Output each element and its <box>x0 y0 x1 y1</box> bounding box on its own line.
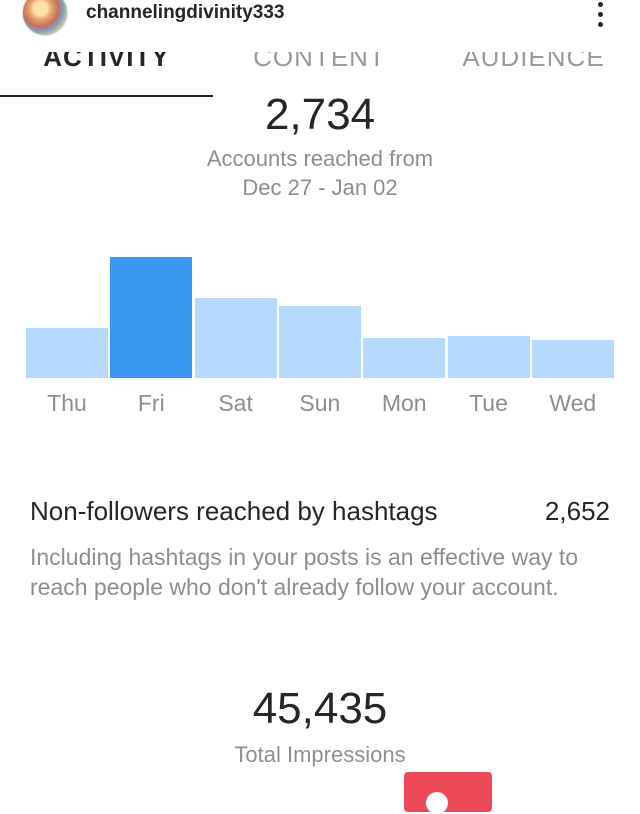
day-label-tue: Tue <box>469 390 508 416</box>
total-impressions-label: Total Impressions <box>234 742 406 767</box>
day-label-wed: Wed <box>549 390 597 416</box>
reach-bar-chart: Thu Fri Sat Sun Mon Tue Wed <box>0 230 640 430</box>
bar-tue[interactable] <box>447 336 530 378</box>
bar-fri[interactable] <box>110 257 193 378</box>
accounts-reached-label: Accounts reached from <box>206 146 434 171</box>
day-label-thu: Thu <box>47 390 87 416</box>
username[interactable]: channelingdivinity333 <box>86 2 285 24</box>
bar-thu[interactable] <box>26 328 108 378</box>
bar-wed[interactable] <box>531 340 614 378</box>
promote-button[interactable] <box>404 772 492 814</box>
total-impressions-value: 45,435 <box>252 684 388 733</box>
day-label-fri: Fri <box>137 390 165 416</box>
hashtag-reach-description: Including hashtags in your posts is an e… <box>30 544 579 600</box>
date-range: Dec 27 - Jan 02 <box>242 175 398 200</box>
hashtag-reach-value: 2,652 <box>544 496 610 526</box>
hashtag-reach-title: Non-followers reached by hashtags <box>30 496 438 526</box>
day-label-sat: Sat <box>218 390 253 416</box>
active-tab-indicator <box>0 95 213 97</box>
promote-icon <box>426 792 448 814</box>
day-label-mon: Mon <box>381 390 427 416</box>
avatar[interactable] <box>22 0 68 36</box>
bar-sat[interactable] <box>194 298 277 378</box>
bar-sun[interactable] <box>278 306 361 378</box>
more-vertical-icon[interactable] <box>590 0 610 30</box>
bar-mon[interactable] <box>363 338 446 378</box>
day-label-sun: Sun <box>299 390 341 416</box>
profile-header: channelingdivinity333 <box>0 0 640 52</box>
